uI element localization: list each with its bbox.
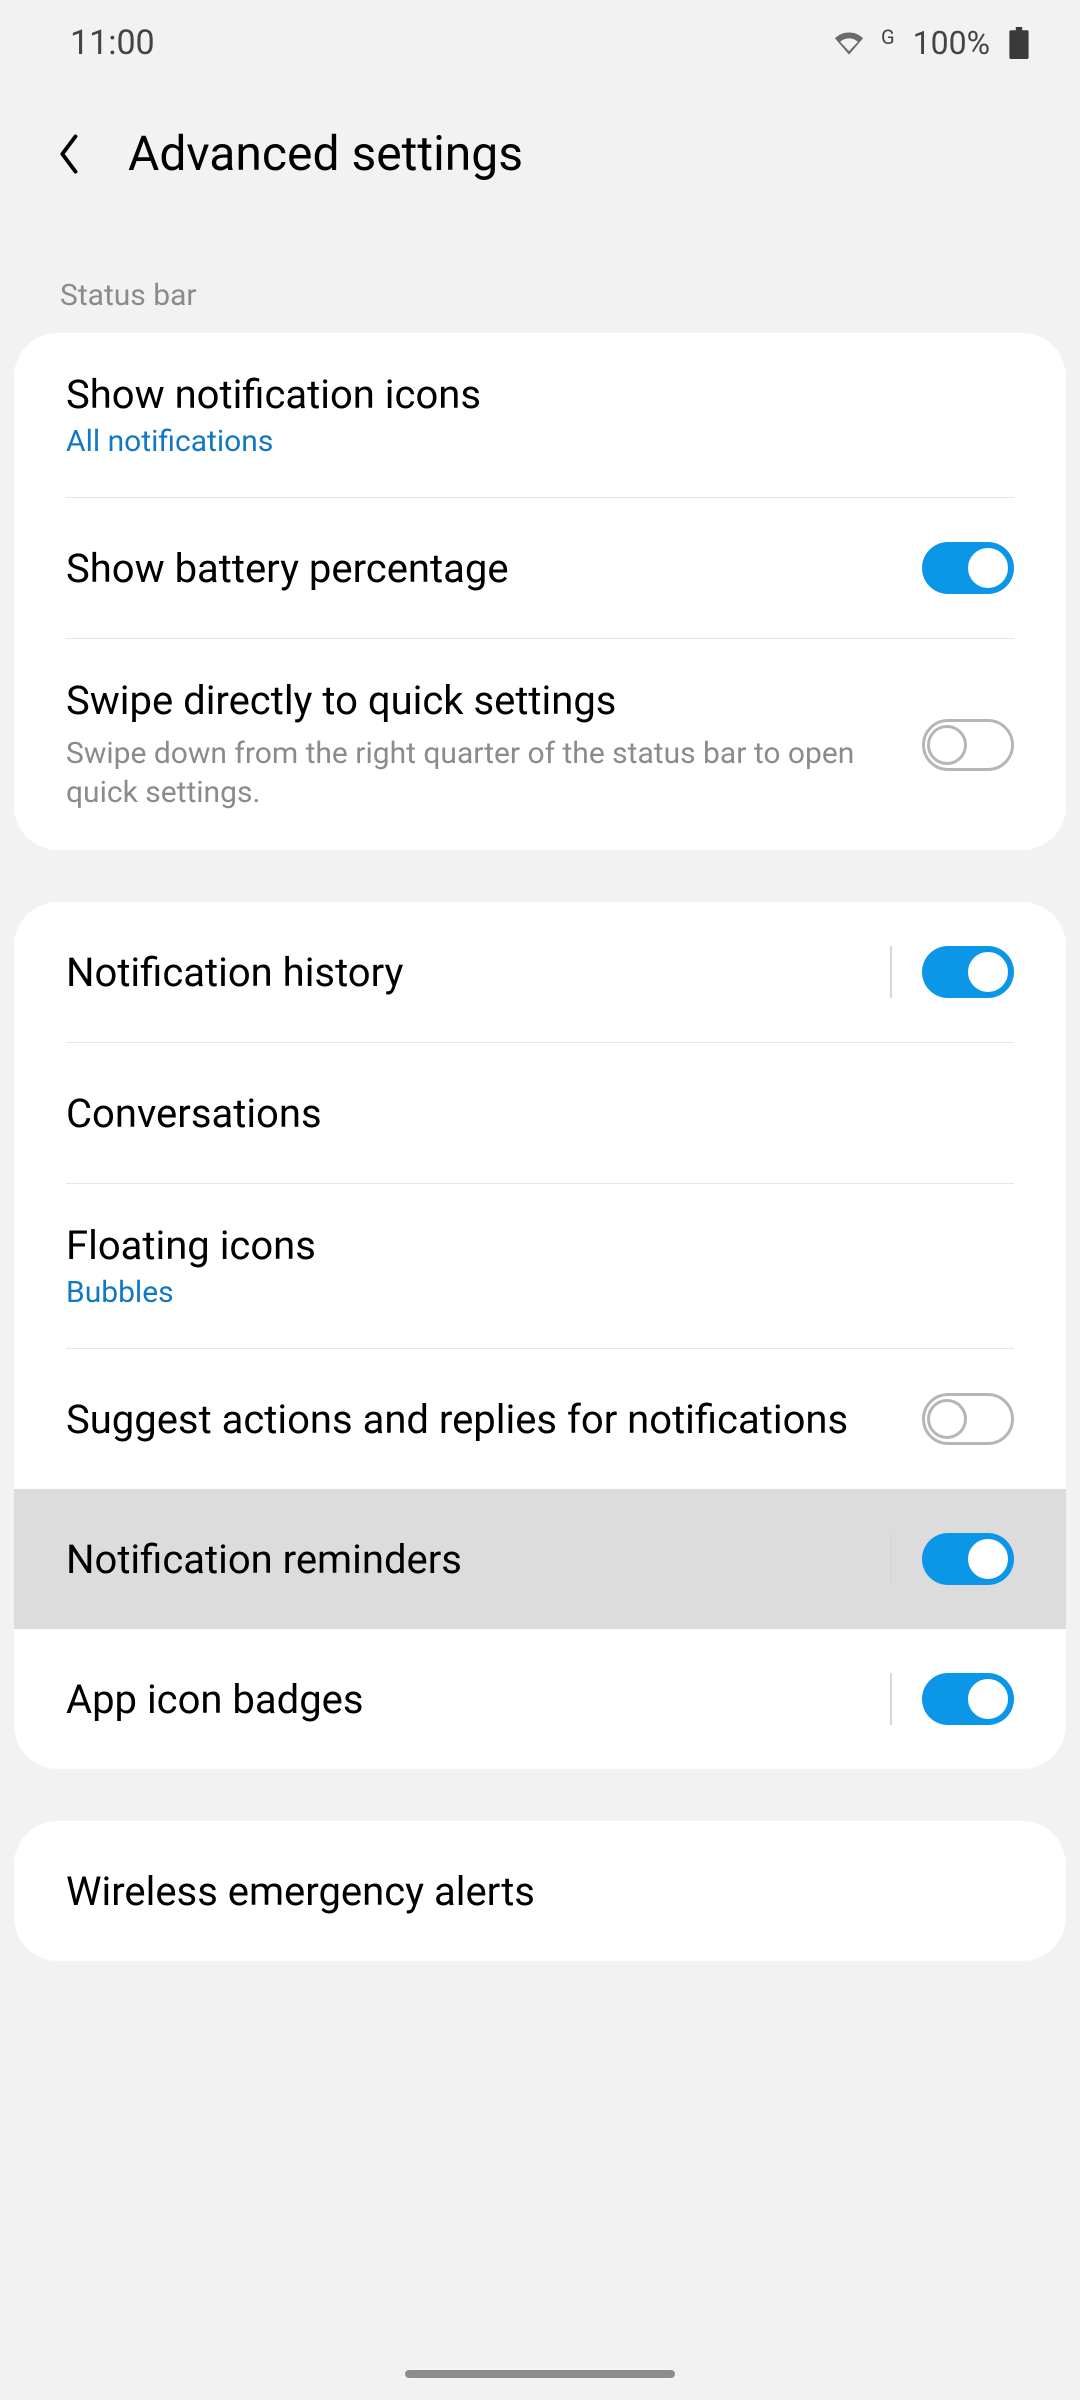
wifi-icon	[835, 29, 863, 57]
item-show-battery-percentage[interactable]: Show battery percentage	[14, 498, 1066, 638]
item-title: Suggest actions and replies for notifica…	[66, 1396, 892, 1443]
status-right: G 100%	[835, 24, 1030, 62]
item-title: App icon badges	[66, 1676, 860, 1723]
item-title: Notification reminders	[66, 1536, 860, 1583]
item-title: Wireless emergency alerts	[66, 1868, 984, 1915]
item-subtitle: Bubbles	[66, 1275, 984, 1310]
item-suggest-actions[interactable]: Suggest actions and replies for notifica…	[14, 1349, 1066, 1489]
page-title: Advanced settings	[128, 125, 523, 182]
battery-percentage: 100%	[913, 24, 990, 62]
item-subtitle: Swipe down from the right quarter of the…	[66, 734, 892, 812]
back-button[interactable]	[50, 134, 90, 174]
card-emergency: Wireless emergency alerts	[14, 1821, 1066, 1961]
toggle-swipe-quick-settings[interactable]	[922, 719, 1014, 771]
toggle-show-battery-percentage[interactable]	[922, 542, 1014, 594]
toggle-notification-history[interactable]	[922, 946, 1014, 998]
toggle-suggest-actions[interactable]	[922, 1393, 1014, 1445]
item-title: Notification history	[66, 949, 860, 996]
section-label-status-bar: Status bar	[0, 242, 1080, 333]
item-notification-history[interactable]: Notification history	[14, 902, 1066, 1042]
item-title: Show battery percentage	[66, 545, 892, 592]
item-title: Show notification icons	[66, 371, 984, 418]
item-title: Conversations	[66, 1090, 984, 1137]
status-time: 11:00	[70, 23, 155, 63]
header: Advanced settings	[0, 85, 1080, 242]
item-swipe-quick-settings[interactable]: Swipe directly to quick settings Swipe d…	[14, 639, 1066, 850]
vertical-divider	[890, 1673, 892, 1725]
card-status-bar: Show notification icons All notification…	[14, 333, 1066, 850]
network-type: G	[881, 25, 895, 49]
item-conversations[interactable]: Conversations	[14, 1043, 1066, 1183]
home-indicator[interactable]	[405, 2370, 675, 2378]
item-title: Floating icons	[66, 1222, 984, 1269]
battery-icon	[1008, 27, 1030, 59]
toggle-app-icon-badges[interactable]	[922, 1673, 1014, 1725]
toggle-notification-reminders[interactable]	[922, 1533, 1014, 1585]
status-bar: 11:00 G 100%	[0, 0, 1080, 85]
vertical-divider	[890, 1533, 892, 1585]
item-subtitle: All notifications	[66, 424, 984, 459]
item-app-icon-badges[interactable]: App icon badges	[14, 1629, 1066, 1769]
item-wireless-emergency-alerts[interactable]: Wireless emergency alerts	[14, 1821, 1066, 1961]
card-notifications: Notification history Conversations Float…	[14, 902, 1066, 1769]
chevron-left-icon	[53, 132, 87, 176]
vertical-divider	[890, 946, 892, 998]
item-notification-reminders[interactable]: Notification reminders	[14, 1489, 1066, 1629]
item-show-notification-icons[interactable]: Show notification icons All notification…	[14, 333, 1066, 497]
item-floating-icons[interactable]: Floating icons Bubbles	[14, 1184, 1066, 1348]
item-title: Swipe directly to quick settings	[66, 677, 892, 724]
